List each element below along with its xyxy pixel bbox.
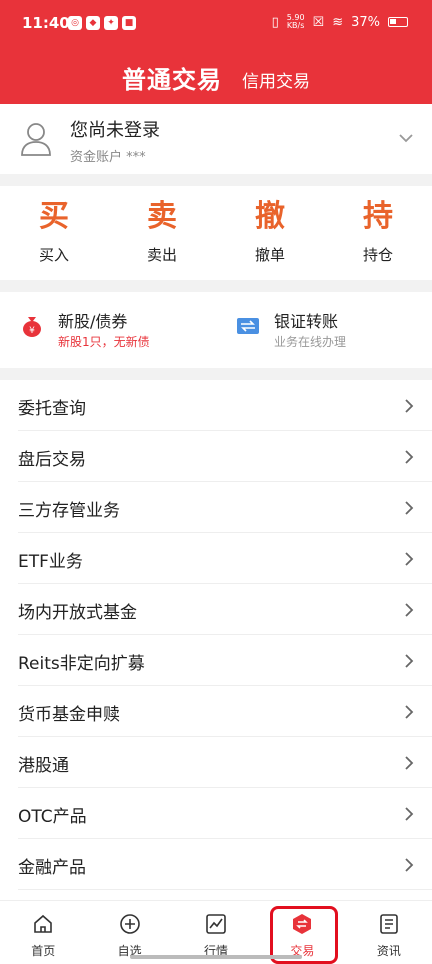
chevron-right-icon	[405, 603, 414, 617]
chevron-right-icon	[405, 807, 414, 821]
ipo-sub: 新股1只，无新债	[58, 335, 150, 349]
user-avatar-icon	[21, 123, 51, 156]
cancel-glyph: 撤	[255, 199, 285, 234]
net-speed: 5.90 KB/s	[286, 13, 305, 30]
sell-label: 卖出	[146, 246, 177, 264]
vibrate-icon: ▯	[271, 14, 279, 30]
menu-item-label: 金融产品	[18, 858, 86, 878]
tab-label: 首页	[31, 944, 56, 958]
app-notification-icon: ■	[122, 16, 136, 30]
tab-normal-trade[interactable]: 普通交易	[122, 60, 222, 95]
account-name: 您尚未登录	[70, 120, 160, 141]
menu-item-label: 港股通	[18, 756, 69, 776]
money-bag-icon: ¥	[23, 317, 41, 337]
chevron-right-icon	[405, 501, 414, 515]
positions-glyph: 持	[363, 199, 393, 234]
chevron-right-icon	[405, 654, 414, 668]
header: 普通交易 信用交易	[0, 50, 432, 104]
menu-item-label: 盘后交易	[18, 450, 86, 470]
cancel-label: 撤单	[254, 246, 285, 264]
transfer-title: 银证转账	[274, 312, 339, 331]
menu-item-label: 场内开放式基金	[18, 603, 137, 623]
sell-glyph: 卖	[147, 199, 177, 234]
chevron-down-icon[interactable]	[398, 130, 414, 146]
menu-item-label: 委托查询	[18, 399, 86, 419]
menu-item-etf[interactable]: ETF业务	[18, 533, 432, 584]
sim-off-icon: ☒	[312, 14, 325, 30]
menu-item-otc[interactable]: OTC产品	[18, 788, 432, 839]
menu-item-label: ETF业务	[18, 552, 83, 572]
quick-actions: 买 买入 卖 卖出 撤 撤单 持 持仓	[0, 186, 432, 280]
transfer-card-icon	[237, 318, 259, 334]
plus-circle-icon	[119, 914, 140, 934]
tab-label: 资讯	[376, 944, 401, 958]
positions-label: 持仓	[362, 246, 393, 264]
app-notification-icon: ✦	[104, 16, 118, 30]
transfer-sub: 业务在线办理	[274, 335, 347, 349]
chevron-right-icon	[405, 858, 414, 872]
status-bar: 11:40 ◎ ◆ ✦ ■ ▯ 5.90 KB/s ☒ ≋ 37%	[0, 0, 432, 50]
news-icon	[380, 914, 398, 934]
app-notification-icon: ◆	[86, 16, 100, 30]
svg-text:¥: ¥	[29, 326, 35, 336]
account-sub: 资金账户 ***	[70, 150, 146, 165]
status-time: 11:40	[22, 14, 70, 32]
account-panel[interactable]: 您尚未登录 资金账户 ***	[0, 104, 432, 174]
buy-label: 买入	[38, 246, 69, 264]
wifi-icon: ≋	[332, 14, 344, 30]
tab-news[interactable]: 资讯	[346, 901, 432, 964]
menu-item-order-query[interactable]: 委托查询	[18, 380, 432, 431]
menu-item-hk-connect[interactable]: 港股通	[18, 737, 432, 788]
notification-icons: ◎ ◆ ✦ ■	[68, 16, 136, 30]
menu-item-label: 货币基金申赎	[18, 705, 120, 725]
sell-button[interactable]: 卖 卖出	[108, 186, 216, 280]
trade-menu-list: 委托查询 盘后交易 三方存管业务 ETF业务 场内开放式基金 Reits非定向扩…	[0, 380, 432, 910]
chevron-right-icon	[405, 450, 414, 464]
menu-item-money-fund[interactable]: 货币基金申赎	[18, 686, 432, 737]
menu-item-custody[interactable]: 三方存管业务	[18, 482, 432, 533]
menu-item-label: OTC产品	[18, 807, 87, 827]
menu-item-label: Reits非定向扩募	[18, 654, 145, 674]
battery-icon	[388, 17, 408, 27]
cancel-order-button[interactable]: 撤 撤单	[216, 186, 324, 280]
menu-item-financial-products[interactable]: 金融产品	[18, 839, 432, 890]
status-right: ▯ 5.90 KB/s ☒ ≋ 37%	[272, 14, 408, 30]
menu-item-open-fund[interactable]: 场内开放式基金	[18, 584, 432, 635]
battery-percent: 37%	[351, 14, 380, 30]
home-icon	[34, 914, 53, 933]
positions-button[interactable]: 持 持仓	[324, 186, 432, 280]
chevron-right-icon	[405, 399, 414, 413]
menu-item-label: 三方存管业务	[18, 501, 120, 521]
chart-icon	[206, 914, 226, 934]
chevron-right-icon	[405, 705, 414, 719]
tab-credit-trade[interactable]: 信用交易	[242, 67, 310, 92]
chevron-right-icon	[405, 552, 414, 566]
menu-item-reits[interactable]: Reits非定向扩募	[18, 635, 432, 686]
tab-home[interactable]: 首页	[0, 901, 86, 964]
services-panel: ¥ 新股/债券 新股1只，无新债 银证转账 业务在线办理	[0, 292, 432, 368]
chevron-right-icon	[405, 756, 414, 770]
buy-glyph: 买	[39, 199, 69, 234]
home-indicator[interactable]	[130, 955, 302, 959]
menu-item-after-hours[interactable]: 盘后交易	[18, 431, 432, 482]
app-notification-icon: ◎	[68, 16, 82, 30]
ipo-title: 新股/债券	[58, 312, 128, 331]
buy-button[interactable]: 买 买入	[0, 186, 108, 280]
